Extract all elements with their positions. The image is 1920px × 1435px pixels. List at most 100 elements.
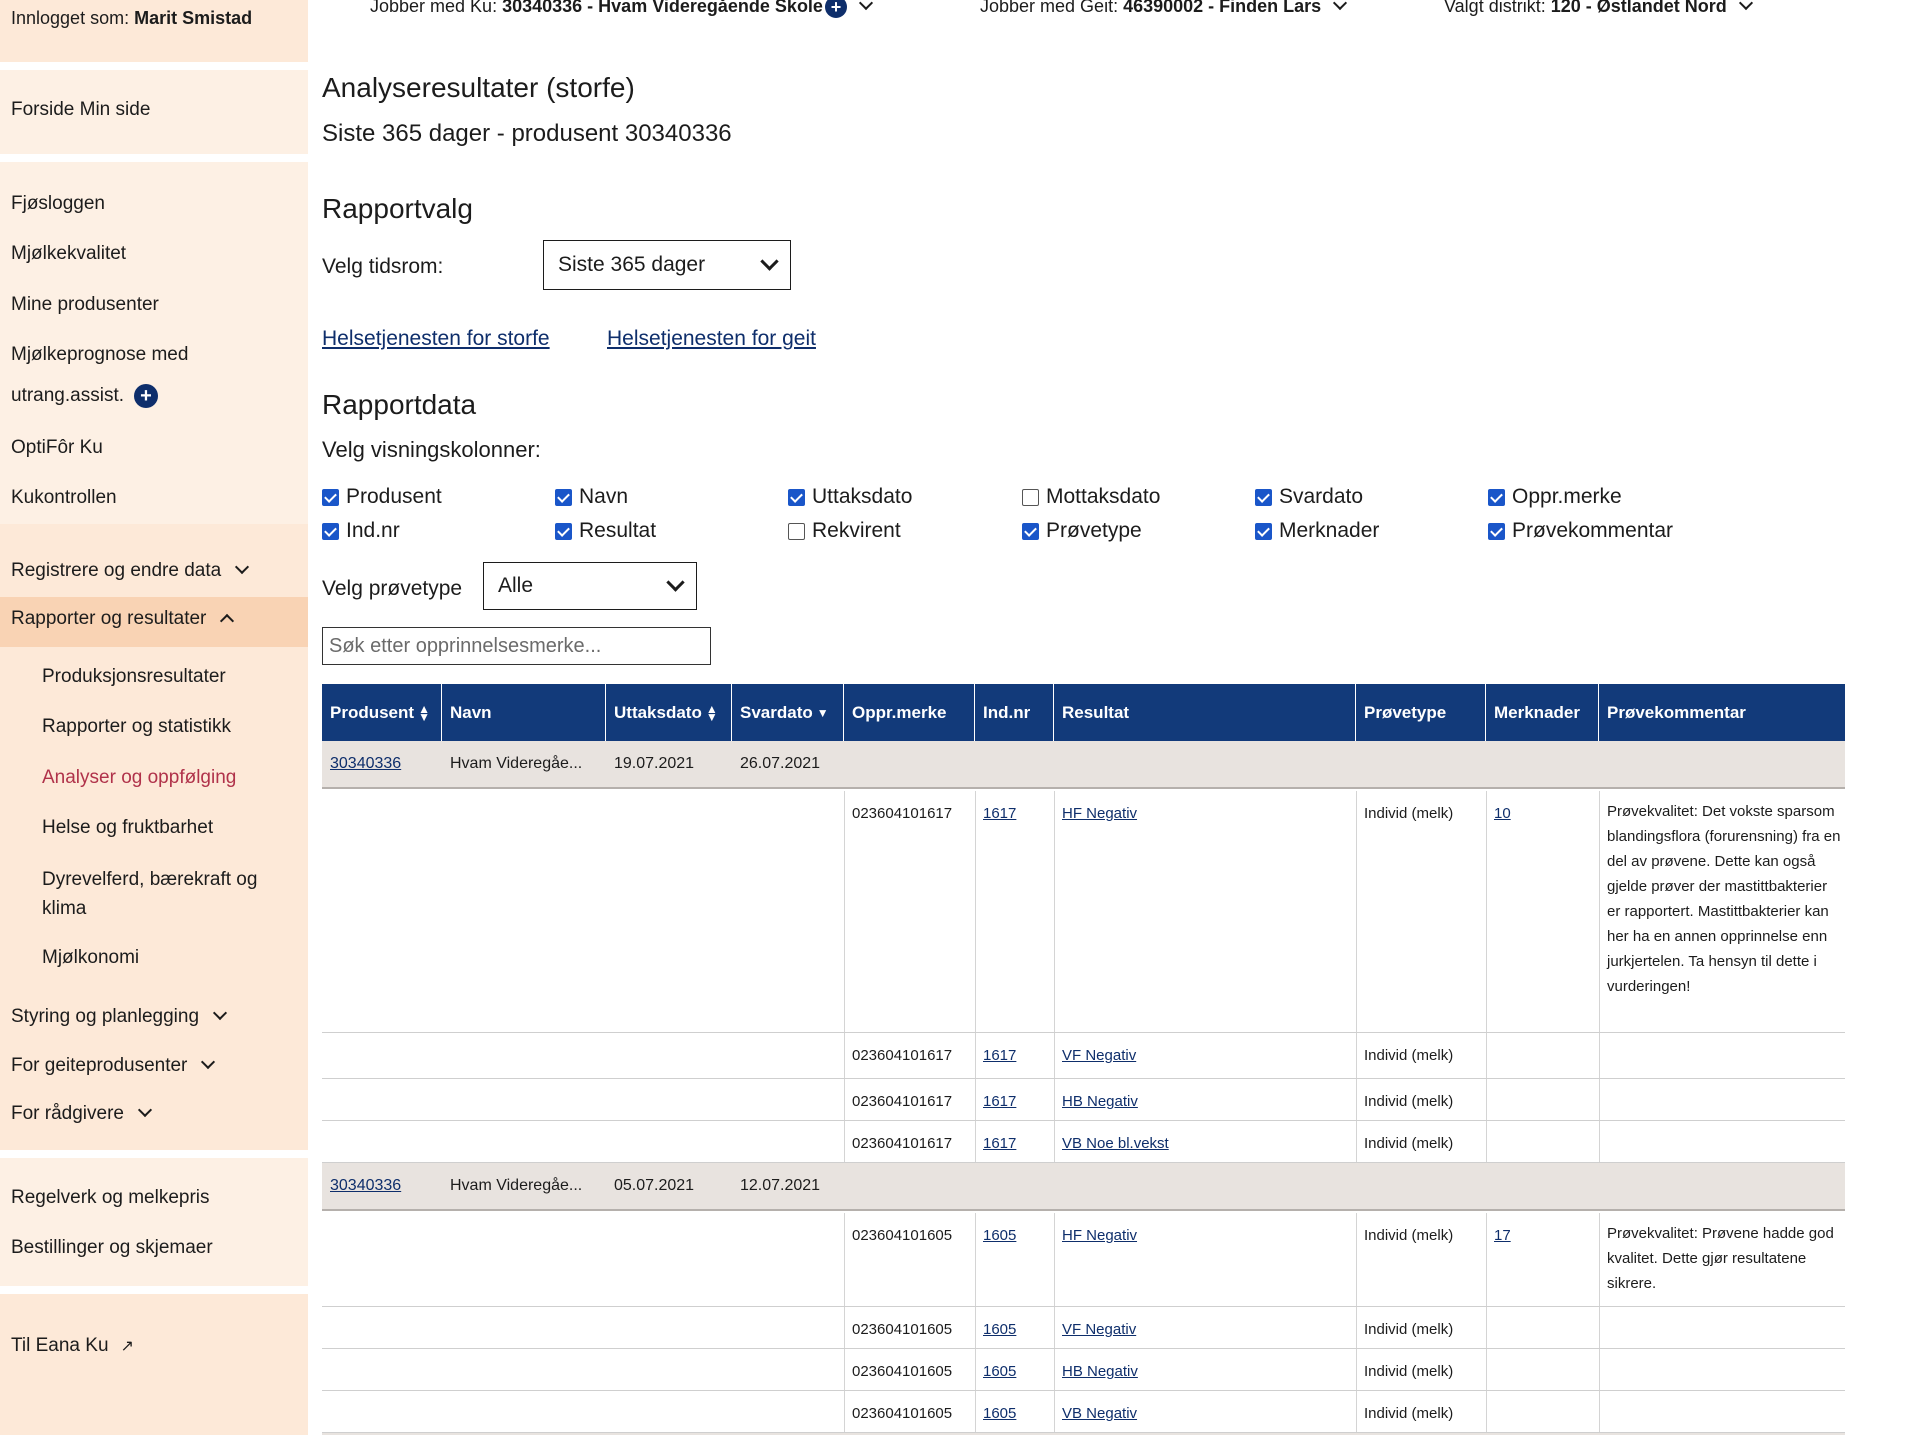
plus-icon[interactable]: + (134, 384, 158, 408)
column-toggle-oppr-merke[interactable]: Oppr.merke (1488, 485, 1622, 509)
checkbox[interactable] (788, 522, 805, 540)
header-label: Navn (450, 702, 492, 722)
cell-resultat[interactable]: HB Negativ (1062, 1363, 1138, 1380)
cell-ind-nr[interactable]: 1605 (983, 1227, 1016, 1244)
cell-ind-nr[interactable]: 1617 (983, 805, 1016, 822)
checkbox[interactable] (1255, 488, 1272, 506)
header-label: Merknader (1494, 702, 1580, 722)
cell-divider (1054, 1391, 1055, 1432)
distrikt-value: 120 - Østlandet Nord (1550, 0, 1727, 16)
col-header-produsent[interactable]: Produsent ▲ ▼ (322, 684, 442, 741)
group-produsent[interactable]: 30340336 (330, 1177, 401, 1195)
rapportvalg-heading: Rapportvalg (322, 193, 473, 224)
column-toggle-prøvetype[interactable]: Prøvetype (1022, 519, 1142, 543)
cell-merknad[interactable]: 17 (1494, 1227, 1511, 1244)
checkbox[interactable] (322, 488, 339, 506)
checkbox[interactable] (1022, 522, 1039, 540)
plus-icon[interactable]: + (824, 0, 847, 19)
col-header-svardato[interactable]: Svardato ▼ (732, 684, 844, 741)
checkbox[interactable] (788, 488, 805, 506)
sidebar-subitem-helse[interactable]: Helse og fruktbarhet (42, 817, 213, 839)
column-toggle-uttaksdato[interactable]: Uttaksdato (788, 485, 912, 509)
col-header-uttaksdato[interactable]: Uttaksdato ▲ ▼ (606, 684, 732, 741)
sidebar-subitem-rapporter-statistikk[interactable]: Rapporter og statistikk (42, 716, 231, 738)
checkbox[interactable] (555, 522, 572, 540)
col-header-merknader[interactable]: Merknader (1486, 684, 1599, 741)
col-header-oppr-merke[interactable]: Oppr.merke (844, 684, 975, 741)
checkbox-label: Rekvirent (812, 519, 901, 542)
cell-resultat[interactable]: VF Negativ (1062, 1321, 1136, 1338)
cell-resultat[interactable]: VB Negativ (1062, 1405, 1137, 1422)
provetype-select[interactable]: Alle (483, 562, 697, 610)
sidebar-item-eana-ku[interactable]: Til Eana Ku ↗ (11, 1335, 134, 1357)
chevron-down-icon (1738, 0, 1753, 11)
sidebar-item-mjolkeprognose[interactable]: Mjølkeprognose med (11, 344, 188, 366)
sidebar-item-bestillinger[interactable]: Bestillinger og skjemaer (11, 1237, 213, 1259)
sidebar-item-kukontrollen[interactable]: Kukontrollen (11, 487, 117, 509)
sidebar-subitem-produksjonsresultater[interactable]: Produksjonsresultater (42, 666, 226, 688)
col-header-ind-nr[interactable]: Ind.nr (975, 684, 1054, 741)
sidebar-section-styring[interactable]: Styring og planlegging (11, 1005, 228, 1028)
sidebar-item-home[interactable]: Forside Min side (11, 99, 150, 121)
search-input[interactable] (322, 627, 711, 665)
cell-oppr-merke: 023604101605 (852, 1227, 953, 1244)
column-toggle-svardato[interactable]: Svardato (1255, 485, 1363, 509)
column-toggle-resultat[interactable]: Resultat (555, 519, 656, 543)
sidebar-item-optifor[interactable]: OptiFôr Ku (11, 437, 103, 459)
checkbox[interactable] (1488, 522, 1505, 540)
cell-resultat[interactable]: HB Negativ (1062, 1093, 1138, 1110)
external-link-icon: ↗ (120, 1338, 134, 1355)
cell-provekommentar: Prøvekvalitet: Prøvene hadde god kvalite… (1607, 1225, 1834, 1292)
sidebar-section-registrere[interactable]: Registrere og endre data (11, 559, 250, 582)
column-toggle-rekvirent[interactable]: Rekvirent (788, 519, 901, 543)
column-toggle-prøvekommentar[interactable]: Prøvekommentar (1488, 519, 1673, 543)
sidebar-item-mine-produsenter[interactable]: Mine produsenter (11, 294, 159, 316)
sidebar-subitem-dyrevelferd-cont[interactable]: klima (42, 898, 86, 920)
cell-ind-nr[interactable]: 1617 (983, 1135, 1016, 1152)
column-toggle-merknader[interactable]: Merknader (1255, 519, 1379, 543)
checkbox[interactable] (322, 522, 339, 540)
checkbox[interactable] (1255, 522, 1272, 540)
sidebar-section-rapporter[interactable]: Rapporter og resultater (11, 608, 235, 630)
column-toggle-navn[interactable]: Navn (555, 485, 628, 509)
sidebar-subitem-mjolkonomi[interactable]: Mjølkonomi (42, 947, 139, 969)
sidebar-item-regelverk[interactable]: Regelverk og melkepris (11, 1187, 210, 1209)
cell-merknad[interactable]: 10 (1494, 805, 1511, 822)
section-label: Styring og planlegging (11, 1006, 200, 1027)
col-header-resultat[interactable]: Resultat (1054, 684, 1356, 741)
cell-ind-nr[interactable]: 1605 (983, 1321, 1016, 1338)
cell-ind-nr[interactable]: 1617 (983, 1047, 1016, 1064)
cell-divider (1599, 1121, 1600, 1162)
checkbox[interactable] (1488, 488, 1505, 506)
cell-resultat[interactable]: HF Negativ (1062, 805, 1137, 822)
sidebar-subitem-analyser[interactable]: Analyser og oppfølging (42, 767, 236, 789)
link-helsetjenesten-geit[interactable]: Helsetjenesten for geit (607, 327, 816, 351)
column-toggle-ind-nr[interactable]: Ind.nr (322, 519, 400, 543)
cell-resultat[interactable]: VF Negativ (1062, 1047, 1136, 1064)
sidebar-subitem-dyrevelferd[interactable]: Dyrevelferd, bærekraft og (42, 869, 257, 891)
geit-selector[interactable]: Jobber med Geit: 46390002 - Finden Lars (980, 0, 1348, 17)
checkbox[interactable] (1022, 488, 1039, 506)
cell-ind-nr[interactable]: 1605 (983, 1405, 1016, 1422)
distrikt-selector[interactable]: Valgt distrikt: 120 - Østlandet Nord (1444, 0, 1753, 17)
cell-ind-nr[interactable]: 1617 (983, 1093, 1016, 1110)
column-toggle-mottaksdato[interactable]: Mottaksdato (1022, 485, 1160, 509)
col-header-provetype[interactable]: Prøvetype (1356, 684, 1486, 741)
link-helsetjenesten-storfe[interactable]: Helsetjenesten for storfe (322, 327, 550, 351)
sidebar-item-utrang[interactable]: utrang.assist. + (11, 384, 158, 408)
group-produsent[interactable]: 30340336 (330, 755, 401, 773)
col-header-navn[interactable]: Navn (442, 684, 606, 741)
sidebar-section-radgivere[interactable]: For rådgivere (11, 1102, 153, 1125)
checkbox[interactable] (555, 488, 572, 506)
checkbox-label: Uttaksdato (812, 485, 913, 508)
sidebar-item-mjolkekvalitet[interactable]: Mjølkekvalitet (11, 243, 126, 265)
sidebar-section-geit[interactable]: For geiteprodusenter (11, 1054, 216, 1077)
ku-selector[interactable]: Jobber med Ku: 30340336 - Hvam Videregåe… (370, 0, 874, 19)
column-toggle-produsent[interactable]: Produsent (322, 485, 442, 509)
col-header-provekommentar[interactable]: Prøvekommentar (1599, 684, 1845, 741)
period-select[interactable]: Siste 365 dager (543, 240, 791, 290)
cell-resultat[interactable]: HF Negativ (1062, 1227, 1137, 1244)
cell-resultat[interactable]: VB Noe bl.vekst (1062, 1135, 1169, 1152)
cell-ind-nr[interactable]: 1605 (983, 1363, 1016, 1380)
sidebar-item-fjosloggen[interactable]: Fjøsloggen (11, 193, 105, 215)
